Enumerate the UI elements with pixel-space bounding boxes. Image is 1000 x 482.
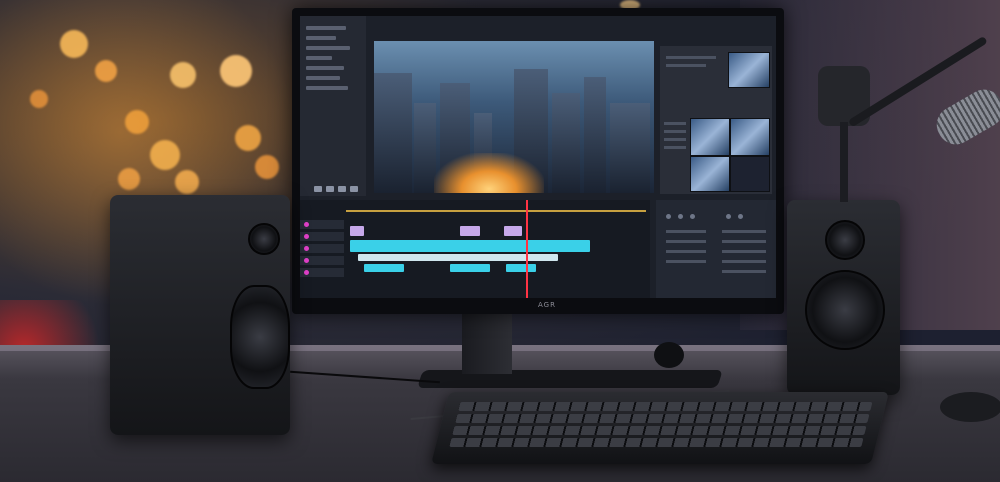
media-thumbnail[interactable] bbox=[690, 118, 730, 156]
desk-scene: AGR bbox=[0, 0, 1000, 482]
track-header[interactable] bbox=[300, 220, 344, 229]
timeline[interactable] bbox=[300, 200, 650, 298]
playhead[interactable] bbox=[526, 200, 528, 298]
audio-clip[interactable] bbox=[350, 240, 590, 252]
media-thumbnail[interactable] bbox=[690, 156, 730, 192]
bokeh-light bbox=[150, 140, 180, 170]
audio-mixer bbox=[656, 200, 776, 298]
timeline-ruler bbox=[346, 210, 646, 212]
media-thumbnail[interactable] bbox=[730, 118, 770, 156]
audio-clip[interactable] bbox=[450, 264, 490, 272]
bokeh-light bbox=[60, 30, 88, 58]
media-thumbnail[interactable] bbox=[728, 52, 770, 88]
play-button[interactable] bbox=[314, 186, 322, 192]
video-preview bbox=[374, 41, 654, 193]
bokeh-light bbox=[255, 155, 279, 179]
bokeh-light bbox=[170, 62, 196, 88]
audio-clip[interactable] bbox=[364, 264, 404, 272]
video-editor-screen bbox=[300, 16, 776, 298]
bokeh-light bbox=[235, 125, 261, 151]
track-header[interactable] bbox=[300, 244, 344, 253]
bokeh-light bbox=[30, 90, 48, 108]
video-clip[interactable] bbox=[350, 226, 364, 236]
audio-clip[interactable] bbox=[506, 264, 536, 272]
bokeh-light bbox=[220, 55, 252, 87]
keyboard-icon bbox=[431, 392, 889, 464]
track-header[interactable] bbox=[300, 256, 344, 265]
marker-button[interactable] bbox=[350, 186, 358, 192]
monitor-icon: AGR bbox=[292, 8, 784, 314]
woofer bbox=[805, 270, 885, 350]
speaker-icon bbox=[787, 200, 900, 395]
woofer bbox=[230, 285, 290, 389]
bokeh-light bbox=[175, 170, 199, 194]
speaker-icon bbox=[110, 195, 290, 435]
cut-button[interactable] bbox=[338, 186, 346, 192]
mixer-knob[interactable] bbox=[726, 214, 731, 219]
video-clip[interactable] bbox=[504, 226, 522, 236]
bokeh-light bbox=[125, 110, 149, 134]
tweeter bbox=[248, 223, 280, 255]
tweeter bbox=[825, 220, 865, 260]
effects-sidebar bbox=[300, 16, 366, 196]
bokeh-light bbox=[95, 60, 117, 82]
bokeh-light bbox=[118, 168, 140, 190]
desk-object bbox=[654, 342, 684, 368]
mixer-knob[interactable] bbox=[666, 214, 671, 219]
transport-controls bbox=[310, 184, 650, 194]
monitor-stand-neck bbox=[462, 314, 512, 374]
track-header[interactable] bbox=[300, 232, 344, 241]
track-header[interactable] bbox=[300, 268, 344, 277]
stop-button[interactable] bbox=[326, 186, 334, 192]
video-clip[interactable] bbox=[460, 226, 480, 236]
mic-pole bbox=[840, 122, 848, 202]
media-thumbnail[interactable] bbox=[730, 156, 770, 192]
mixer-knob[interactable] bbox=[678, 214, 683, 219]
monitor-brand: AGR bbox=[538, 301, 556, 309]
mouse-icon bbox=[940, 392, 1000, 422]
audio-waveform[interactable] bbox=[358, 254, 558, 261]
media-pool bbox=[660, 46, 772, 194]
mixer-knob[interactable] bbox=[690, 214, 695, 219]
mixer-knob[interactable] bbox=[738, 214, 743, 219]
